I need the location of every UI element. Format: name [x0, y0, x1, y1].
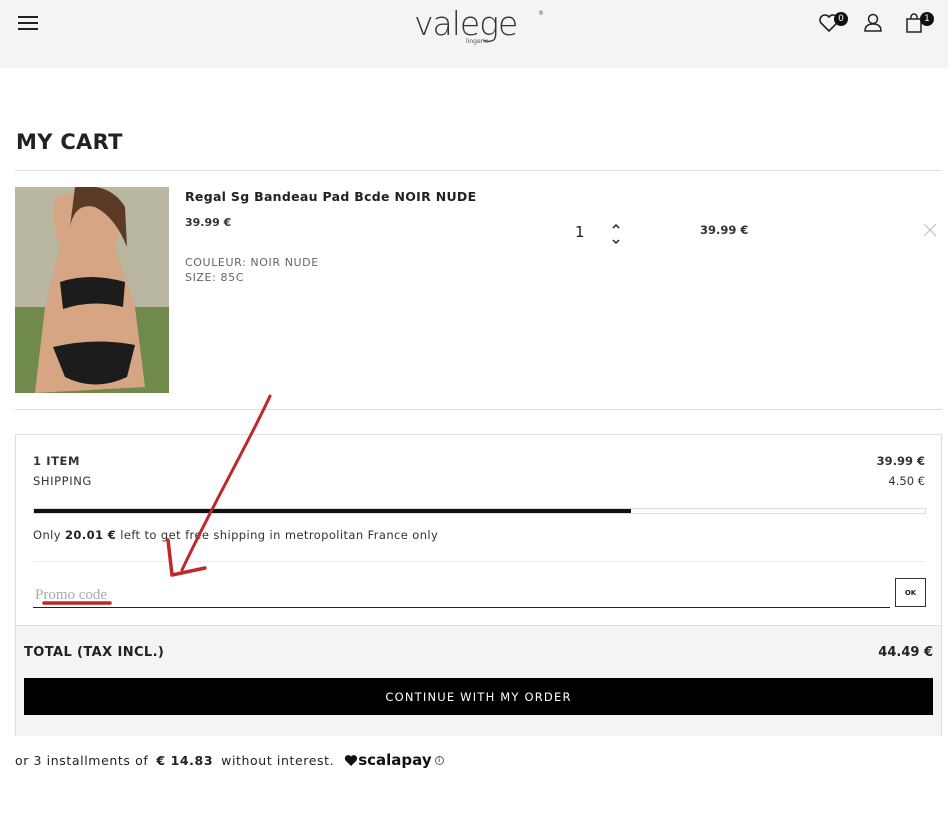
- items-count-label: 1 ITEM: [33, 454, 81, 468]
- divider: [33, 561, 926, 562]
- free-shipping-progress-bar: [33, 508, 926, 514]
- installments-prefix: or 3 installments of: [15, 752, 149, 768]
- remove-item-icon[interactable]: [922, 222, 938, 238]
- apply-promo-button[interactable]: OK: [895, 578, 926, 607]
- wishlist-count-badge: 0: [834, 12, 848, 26]
- info-icon[interactable]: i: [434, 755, 444, 765]
- page-title: MY CART: [16, 130, 123, 154]
- installments-message: or 3 installments of € 14.83 without int…: [15, 751, 444, 769]
- scalapay-brand-text: scalapay: [358, 751, 432, 769]
- total-section: TOTAL (TAX INCL.) 44.49 € CONTINUE WITH …: [16, 625, 941, 736]
- scalapay-heart-icon: [345, 754, 358, 766]
- ship-msg-suffix: left to get free shipping in metropolita…: [116, 528, 439, 542]
- logo-registered: ®: [538, 10, 544, 17]
- menu-icon[interactable]: [18, 16, 38, 32]
- site-header: valege lingerie ® 0 1: [0, 0, 948, 68]
- order-summary: 1 ITEM 39.99 € SHIPPING 4.50 € Only 20.0…: [15, 434, 942, 736]
- line-total: 39.99 €: [700, 223, 749, 237]
- logo-subtitle: lingerie: [466, 38, 489, 45]
- promo-code-input[interactable]: [33, 583, 890, 608]
- shipping-cost: 4.50 €: [888, 474, 925, 488]
- installments-amount: € 14.83: [156, 752, 214, 768]
- divider: [15, 170, 942, 171]
- continue-order-button[interactable]: CONTINUE WITH MY ORDER: [24, 678, 933, 715]
- brand-logo[interactable]: valege lingerie ®: [414, 4, 544, 46]
- scalapay-logo[interactable]: scalapay i: [344, 751, 444, 769]
- quantity-increase-icon[interactable]: [610, 217, 622, 229]
- divider: [15, 409, 942, 410]
- product-image[interactable]: [15, 187, 169, 393]
- product-unit-price: 39.99 €: [185, 216, 232, 229]
- product-size: SIZE: 85C: [185, 271, 244, 284]
- ship-msg-prefix: Only: [33, 528, 65, 542]
- free-shipping-message: Only 20.01 € left to get free shipping i…: [33, 528, 438, 542]
- product-name[interactable]: Regal Sg Bandeau Pad Bcde NOIR NUDE: [185, 189, 476, 204]
- total-label: TOTAL (TAX INCL.): [24, 645, 165, 660]
- free-shipping-progress-fill: [34, 509, 631, 513]
- shipping-label: SHIPPING: [33, 474, 92, 488]
- installments-suffix: without interest.: [221, 752, 335, 768]
- cart-count-badge: 1: [920, 12, 934, 26]
- product-color: COULEUR: NOIR NUDE: [185, 256, 319, 269]
- account-icon[interactable]: [862, 12, 884, 34]
- total-value: 44.49 €: [878, 645, 933, 660]
- quantity-decrease-icon[interactable]: [610, 233, 622, 245]
- quantity-value: 1: [575, 223, 585, 241]
- items-subtotal: 39.99 €: [876, 454, 925, 468]
- ship-msg-amount: 20.01 €: [65, 528, 117, 542]
